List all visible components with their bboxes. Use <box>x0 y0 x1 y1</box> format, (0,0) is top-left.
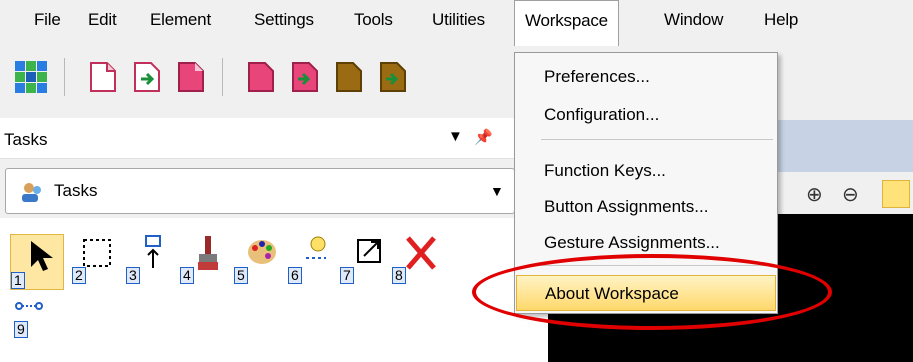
menu-item-label: Preferences... <box>544 67 650 86</box>
open-file-icon[interactable] <box>130 60 164 94</box>
lightbulb-icon <box>306 236 326 259</box>
menu-item-label: Gesture Assignments... <box>544 233 720 252</box>
palette-tool[interactable]: 5 <box>234 234 278 284</box>
tool-number: 5 <box>234 267 248 284</box>
annotation-ellipse <box>472 254 832 330</box>
menu-item-button-assignments[interactable]: Button Assignments... <box>516 189 776 225</box>
tasks-user-icon <box>22 183 41 202</box>
zoom-out-icon[interactable]: ⊖ <box>842 182 859 207</box>
menu-workspace[interactable]: Workspace <box>514 0 619 46</box>
attach-file-icon[interactable] <box>244 60 278 94</box>
pin-icon[interactable]: 📌 <box>474 128 493 146</box>
panel-menu-icon[interactable]: ▼ <box>448 128 463 145</box>
menu-item-configuration[interactable]: Configuration... <box>516 97 776 133</box>
fence-icon <box>83 239 111 267</box>
fence-tool[interactable]: 2 <box>72 234 116 284</box>
brush-icon <box>198 236 218 270</box>
move-tool[interactable]: 3 <box>126 234 170 284</box>
menu-item-function-keys[interactable]: Function Keys... <box>516 153 776 189</box>
tool-number: 6 <box>288 267 302 284</box>
import-file-icon[interactable] <box>288 60 322 94</box>
tool-number: 3 <box>126 267 140 284</box>
tool-number: 8 <box>392 267 406 284</box>
menu-item-label: Button Assignments... <box>544 197 709 216</box>
move-icon <box>145 235 161 268</box>
measure-tool[interactable]: 9 <box>14 298 58 338</box>
menu-item-label: Configuration... <box>544 105 660 124</box>
menu-item-label: Function Keys... <box>544 161 666 180</box>
menu-item-preferences[interactable]: Preferences... <box>516 59 776 95</box>
menu-separator <box>541 139 773 140</box>
menu-window[interactable]: Window <box>664 10 723 30</box>
tool-number: 9 <box>14 321 28 338</box>
tasks-tool-pane: 1 2 3 4 5 6 7 8 9 <box>0 218 548 362</box>
delete-icon <box>406 236 436 270</box>
brush-tool[interactable]: 4 <box>180 234 224 284</box>
tasks-panel-title: Tasks <box>4 130 48 149</box>
tasks-panel-header: Tasks ▼ 📌 <box>0 118 515 159</box>
palette-icon <box>248 240 276 264</box>
level-manager-icon[interactable] <box>14 60 48 94</box>
highlight-tool[interactable]: 6 <box>288 234 332 284</box>
tool-number: 4 <box>180 267 194 284</box>
window-area-icon[interactable] <box>882 180 910 208</box>
menu-edit[interactable]: Edit <box>88 10 117 30</box>
new-file-icon[interactable] <box>86 60 120 94</box>
menu-utilities[interactable]: Utilities <box>432 10 485 30</box>
scale-tool[interactable]: 7 <box>340 234 384 284</box>
tool-number: 7 <box>340 267 354 284</box>
menu-tools[interactable]: Tools <box>354 10 393 30</box>
menu-element[interactable]: Element <box>150 10 211 30</box>
menu-help[interactable]: Help <box>764 10 798 30</box>
arrow-cursor-icon <box>31 241 53 271</box>
model-file-icon[interactable] <box>332 60 366 94</box>
tool-number: 1 <box>11 272 25 289</box>
select-element-tool[interactable]: 1 <box>10 234 64 290</box>
menu-file[interactable]: File <box>34 10 61 30</box>
tasks-combo-value: Tasks <box>54 181 98 200</box>
delete-tool[interactable]: 8 <box>392 234 436 284</box>
zoom-in-icon[interactable]: ⊕ <box>806 182 823 207</box>
tool-number: 2 <box>72 267 86 284</box>
scale-icon <box>357 239 381 263</box>
menu-bar: File Edit Element Settings Tools Utiliti… <box>0 0 913 46</box>
toolbar-separator <box>222 58 223 96</box>
chevron-down-icon[interactable]: ▼ <box>490 183 504 199</box>
export-file-icon[interactable] <box>376 60 410 94</box>
measure-icon <box>15 302 43 310</box>
tasks-combo[interactable]: Tasks ▼ <box>5 168 515 214</box>
main-toolbar <box>0 50 520 106</box>
reference-file-icon[interactable] <box>174 60 208 94</box>
menu-settings[interactable]: Settings <box>254 10 314 30</box>
toolbar-separator <box>64 58 65 96</box>
